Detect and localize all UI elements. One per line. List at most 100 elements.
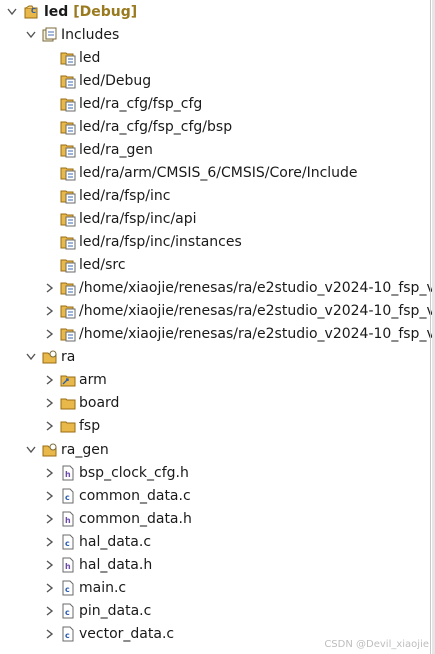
file-label: pin_data.c xyxy=(79,603,152,619)
chevron-right-icon[interactable] xyxy=(43,304,55,318)
include-folder-icon xyxy=(60,73,76,89)
external-include-item[interactable]: /home/xiaojie/renesas/ra/e2studio_v2024-… xyxy=(0,323,435,345)
chevron-down-icon[interactable] xyxy=(25,28,37,42)
chevron-down-icon[interactable] xyxy=(25,443,37,457)
header-file-icon: h xyxy=(60,511,76,527)
includes-icon xyxy=(42,27,58,43)
chevron-right-icon[interactable] xyxy=(43,373,55,387)
include-path-item[interactable]: led/ra_cfg/fsp_cfg/bsp xyxy=(0,116,435,138)
c-source-file-icon: c xyxy=(60,603,76,619)
file-label: common_data.c xyxy=(79,488,191,504)
svg-text:c: c xyxy=(65,585,70,594)
external-include-label: /home/xiaojie/renesas/ra/e2studio_v2024-… xyxy=(79,303,435,319)
tree-item-file[interactable]: h hal_data.h xyxy=(0,554,435,576)
svg-text:h: h xyxy=(65,516,71,525)
svg-text:C: C xyxy=(31,7,36,15)
c-project-icon: C xyxy=(24,4,40,20)
include-path-label: led/Debug xyxy=(79,73,152,89)
include-folder-icon xyxy=(60,188,76,204)
include-path-item[interactable]: led/ra_gen xyxy=(0,139,435,161)
chevron-right-icon[interactable] xyxy=(43,281,55,295)
chevron-down-icon[interactable] xyxy=(6,5,18,19)
chevron-right-icon[interactable] xyxy=(43,535,55,549)
include-path-label: led/ra/fsp/inc/instances xyxy=(79,234,242,250)
include-folder-icon xyxy=(60,234,76,250)
includes-label: Includes xyxy=(61,27,120,43)
include-folder-icon xyxy=(60,257,76,273)
include-path-label: led/ra_cfg/fsp_cfg xyxy=(79,96,203,112)
chevron-down-icon[interactable] xyxy=(25,350,37,364)
svg-text:h: h xyxy=(65,562,71,571)
include-path-item[interactable]: led/ra/fsp/inc/api xyxy=(0,208,435,230)
chevron-right-icon[interactable] xyxy=(43,396,55,410)
tree-item-folder[interactable]: arm xyxy=(0,369,435,391)
include-path-label: led xyxy=(79,50,101,66)
tree-item-file[interactable]: h common_data.h xyxy=(0,508,435,530)
project-root[interactable]: C led [Debug] xyxy=(0,1,435,23)
svg-text:c: c xyxy=(65,608,70,617)
svg-text:c: c xyxy=(65,631,70,640)
header-file-icon: h xyxy=(60,557,76,573)
folder-label: fsp xyxy=(79,418,101,434)
include-folder-icon xyxy=(60,96,76,112)
source-folder-icon xyxy=(42,349,58,365)
chevron-right-icon[interactable] xyxy=(43,327,55,341)
tree-item-ra[interactable]: ra xyxy=(0,346,435,368)
panel-border xyxy=(430,0,431,654)
external-include-label: /home/xiaojie/renesas/ra/e2studio_v2024-… xyxy=(79,326,435,342)
tree-item-file[interactable]: c hal_data.c xyxy=(0,531,435,553)
tree-item-includes[interactable]: Includes xyxy=(0,24,435,46)
tree-item-ra-gen[interactable]: ra_gen xyxy=(0,439,435,461)
chevron-right-icon[interactable] xyxy=(43,466,55,480)
include-path-item[interactable]: led/ra/fsp/inc xyxy=(0,185,435,207)
chevron-right-icon[interactable] xyxy=(43,489,55,503)
include-folder-icon xyxy=(60,165,76,181)
include-folder-icon xyxy=(60,326,76,342)
linked-folder-icon xyxy=(60,372,76,388)
tree-item-file[interactable]: c common_data.c xyxy=(0,485,435,507)
chevron-right-icon[interactable] xyxy=(43,604,55,618)
svg-text:c: c xyxy=(65,539,70,548)
project-name: led xyxy=(44,4,69,20)
folder-label: arm xyxy=(79,372,107,388)
chevron-right-icon[interactable] xyxy=(43,512,55,526)
include-path-item[interactable]: led/src xyxy=(0,254,435,276)
c-source-file-icon: c xyxy=(60,488,76,504)
include-path-item[interactable]: led/ra_cfg/fsp_cfg xyxy=(0,93,435,115)
tree-item-file[interactable]: c main.c xyxy=(0,577,435,599)
include-path-item[interactable]: led xyxy=(0,47,435,69)
include-path-item[interactable]: led/ra/arm/CMSIS_6/CMSIS/Core/Include xyxy=(0,162,435,184)
folder-label: board xyxy=(79,395,120,411)
header-file-icon: h xyxy=(60,465,76,481)
external-include-item[interactable]: /home/xiaojie/renesas/ra/e2studio_v2024-… xyxy=(0,277,435,299)
tree-item-file[interactable]: c pin_data.c xyxy=(0,600,435,622)
file-label: vector_data.c xyxy=(79,626,175,642)
include-path-label: led/ra_gen xyxy=(79,142,153,158)
chevron-right-icon[interactable] xyxy=(43,558,55,572)
chevron-right-icon[interactable] xyxy=(43,419,55,433)
file-label: bsp_clock_cfg.h xyxy=(79,465,189,481)
file-label: hal_data.h xyxy=(79,557,153,573)
ra-label: ra xyxy=(61,349,76,365)
include-path-label: led/ra/fsp/inc/api xyxy=(79,211,197,227)
svg-text:c: c xyxy=(65,493,70,502)
chevron-right-icon[interactable] xyxy=(43,581,55,595)
include-path-label: led/ra_cfg/fsp_cfg/bsp xyxy=(79,119,233,135)
build-config-label: [Debug] xyxy=(73,4,138,20)
source-folder-icon xyxy=(42,442,58,458)
folder-icon xyxy=(60,418,76,434)
external-include-item[interactable]: /home/xiaojie/renesas/ra/e2studio_v2024-… xyxy=(0,300,435,322)
external-include-label: /home/xiaojie/renesas/ra/e2studio_v2024-… xyxy=(79,280,435,296)
include-folder-icon xyxy=(60,142,76,158)
c-source-file-icon: c xyxy=(60,534,76,550)
svg-text:h: h xyxy=(65,470,71,479)
tree-item-file[interactable]: h bsp_clock_cfg.h xyxy=(0,462,435,484)
tree-item-folder[interactable]: fsp xyxy=(0,415,435,437)
c-source-file-icon: c xyxy=(60,580,76,596)
tree-item-folder[interactable]: board xyxy=(0,392,435,414)
ra-gen-label: ra_gen xyxy=(61,442,109,458)
file-label: main.c xyxy=(79,580,127,596)
include-path-item[interactable]: led/ra/fsp/inc/instances xyxy=(0,231,435,253)
include-path-item[interactable]: led/Debug xyxy=(0,70,435,92)
chevron-right-icon[interactable] xyxy=(43,627,55,641)
